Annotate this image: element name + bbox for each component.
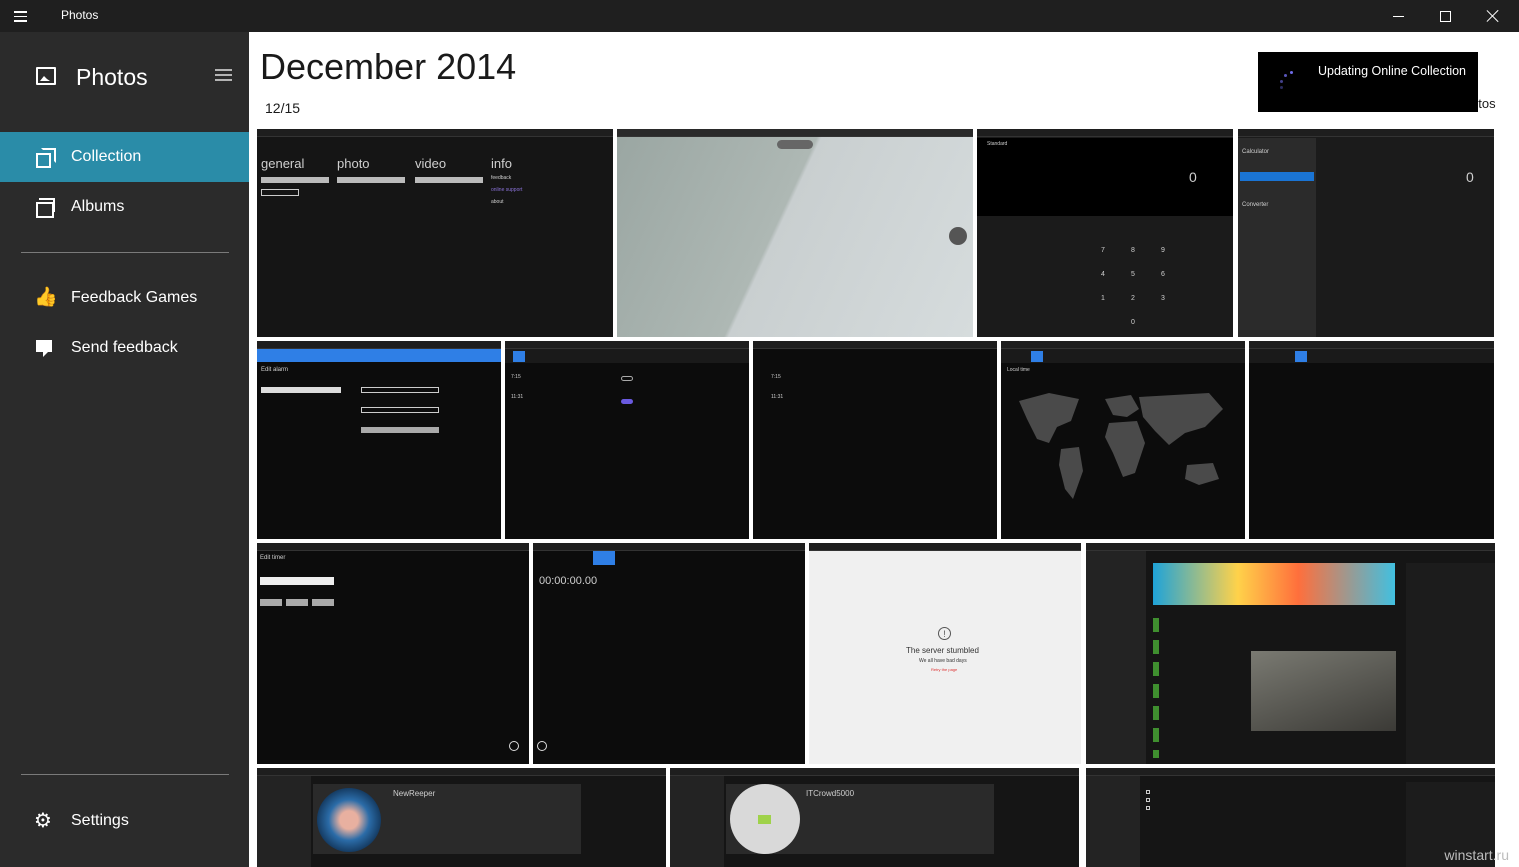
thumb-text: The server stumbled — [906, 646, 979, 655]
minimize-icon — [1392, 15, 1404, 17]
thumb-text: 8 — [1131, 247, 1135, 254]
photo-thumbnail[interactable]: Calculator Converter 0 — [1238, 129, 1494, 337]
thumb-text: 1 — [1101, 295, 1105, 302]
month-heading: December 2014 — [260, 46, 517, 87]
thumb-text: 7 — [1101, 247, 1105, 254]
photo-thumbnail[interactable]: 7:15 11:31 — [505, 341, 749, 539]
thumb-text: NewReeper — [393, 789, 436, 798]
albums-icon — [34, 197, 55, 218]
thumb-text: Standard — [987, 141, 1008, 147]
photos-app-icon — [36, 67, 56, 85]
thumb-text: 7:15 — [511, 374, 521, 380]
thumb-text: feedback — [491, 175, 512, 181]
thumb-text: Calculator — [1242, 149, 1270, 155]
thumb-text: video — [415, 156, 447, 171]
minimize-button[interactable] — [1375, 0, 1421, 32]
hamburger-menu-icon[interactable] — [14, 8, 36, 24]
sidebar-item-label: Settings — [71, 812, 129, 829]
sidebar-item-settings[interactable]: ⚙ Settings — [0, 796, 249, 846]
thumb-text: Edit alarm — [261, 367, 289, 373]
maximize-button[interactable] — [1422, 0, 1468, 32]
photo-thumbnail[interactable]: Local time — [1001, 341, 1245, 539]
date-group-label[interactable]: 12/15 — [265, 100, 300, 116]
sidebar-item-label: Collection — [71, 148, 142, 165]
thumb-text: ITCrowd5000 — [806, 789, 855, 798]
photo-thumbnail[interactable]: Standard 0 7 8 9 4 5 6 1 2 3 0 — [977, 129, 1233, 337]
thumb-text: info — [491, 156, 512, 171]
thumb-text: 9 — [1161, 247, 1165, 254]
photo-thumbnail[interactable]: ! The server stumbled We all have bad da… — [809, 543, 1081, 764]
watermark: winstart.ru — [1444, 847, 1509, 863]
sidebar-divider — [21, 774, 229, 775]
sidebar-app-name: Photos — [76, 64, 148, 90]
thumb-text: 5 — [1131, 271, 1135, 278]
photo-thumbnail[interactable] — [1086, 543, 1495, 764]
pane-toggle-icon[interactable] — [215, 69, 232, 83]
thumb-text: online support — [491, 187, 523, 193]
photo-thumbnail[interactable]: NewReeper — [257, 768, 666, 867]
photo-thumbnail[interactable]: Edit timer — [257, 543, 529, 764]
world-map-image — [1019, 393, 1223, 499]
feedback-icon — [34, 338, 54, 358]
photo-thumbnail[interactable] — [1086, 768, 1495, 867]
progress-ring-icon — [1278, 71, 1302, 95]
thumb-text: 7:15 — [771, 374, 781, 380]
thumb-text: We all have bad days — [919, 658, 967, 664]
thumb-text: 3 — [1161, 295, 1165, 302]
sync-status-message: Updating Online Collection — [1318, 64, 1467, 78]
thumb-text: 11:31 — [511, 394, 524, 400]
thumb-text: 00:00:00.00 — [539, 575, 598, 587]
sidebar-item-send-feedback[interactable]: Send feedback — [0, 323, 249, 373]
thumb-text: general — [261, 156, 305, 171]
thumb-text: 6 — [1161, 271, 1165, 278]
maximize-icon — [1439, 10, 1451, 22]
thumb-text: 11:31 — [771, 394, 784, 400]
collection-view: December 2014 12/15 otos Updating Online… — [249, 32, 1519, 867]
thumb-text: Edit timer — [260, 555, 286, 561]
sidebar-item-label: Feedback Games — [71, 289, 198, 306]
thumb-text: about — [491, 199, 504, 205]
sidebar-header: Photos — [0, 52, 249, 102]
thumbs-up-icon: 👍 — [34, 287, 58, 308]
sidebar-item-albums[interactable]: Albums — [0, 182, 249, 232]
thumb-text: Retry the page — [931, 667, 958, 672]
photos-window: Photos Photos Collection Albums 👍 Feedba… — [0, 0, 1519, 867]
photo-thumbnail[interactable] — [617, 129, 973, 337]
sync-status-toast: Updating Online Collection — [1258, 52, 1478, 112]
sidebar-item-label: Albums — [71, 198, 125, 215]
thumb-text: 0 — [1131, 319, 1135, 326]
thumb-text: photo — [337, 156, 370, 171]
photo-thumbnail[interactable]: 00:00:00.00 — [533, 543, 805, 764]
sidebar-divider — [21, 252, 229, 253]
photo-thumbnail[interactable]: ITCrowd5000 — [670, 768, 1079, 867]
photo-thumbnail[interactable]: general photo video info feedback online… — [257, 129, 613, 337]
sidebar-item-label: Send feedback — [71, 339, 178, 356]
photo-thumbnail[interactable]: Edit alarm — [257, 341, 501, 539]
close-button[interactable] — [1470, 0, 1516, 32]
collection-icon — [34, 147, 56, 168]
photo-thumbnail[interactable]: 7:15 11:31 — [753, 341, 997, 539]
title-bar: Photos — [0, 0, 1519, 32]
photo-thumbnail[interactable] — [1249, 341, 1494, 539]
thumb-text: Converter — [1242, 202, 1269, 208]
sidebar-item-feedback-games[interactable]: 👍 Feedback Games — [0, 273, 249, 323]
thumb-text: 0 — [1189, 169, 1197, 185]
close-icon — [1486, 9, 1500, 23]
sidebar: Photos Collection Albums 👍 Feedback Game… — [0, 32, 249, 867]
thumb-text: 0 — [1466, 169, 1474, 185]
thumb-text: 4 — [1101, 271, 1105, 278]
window-title: Photos — [61, 8, 99, 22]
thumb-text: Local time — [1007, 367, 1030, 373]
thumb-text: 2 — [1131, 295, 1135, 302]
gear-icon: ⚙ — [34, 810, 52, 832]
sidebar-item-collection[interactable]: Collection — [0, 132, 249, 182]
